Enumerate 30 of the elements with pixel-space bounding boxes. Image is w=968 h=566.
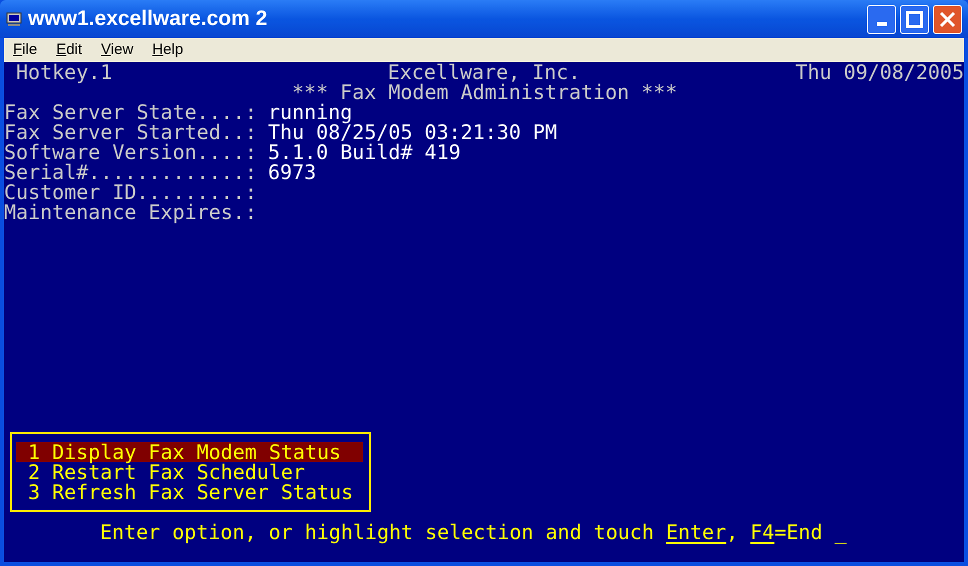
menu-option[interactable]: 3 Refresh Fax Server Status	[16, 482, 363, 502]
terminal-icon	[6, 11, 22, 27]
hotkey-label: Hotkey.1	[15, 62, 114, 82]
text-cursor: _	[834, 522, 847, 542]
menu-option[interactable]: 1 Display Fax Modem Status	[16, 442, 363, 462]
date-label: Thu 09/08/2005	[795, 62, 964, 82]
field-label: Maintenance Expires.:	[4, 202, 258, 222]
field-label: Fax Server State....:	[4, 102, 258, 122]
maximize-icon	[906, 10, 923, 28]
menu-option[interactable]: 2 Restart Fax Scheduler	[16, 462, 363, 482]
field-value: running	[268, 102, 352, 122]
menu-item[interactable]: View	[101, 38, 134, 62]
field-label: Fax Server Started..:	[4, 122, 258, 142]
menu-item[interactable]: File	[13, 38, 38, 62]
company-name: Excellware, Inc.	[388, 62, 580, 82]
minimize-button[interactable]	[867, 4, 896, 34]
prompt-text: Enter option, or highlight selection and touch Enter, F4=End	[100, 522, 824, 542]
menu-item[interactable]: Help	[152, 38, 184, 62]
field-label: Serial#.............:	[4, 162, 258, 182]
window-title: www1.excellware.com 2	[28, 6, 268, 32]
maximize-button[interactable]	[900, 4, 929, 34]
field-value: Thu 08/25/05 03:21:30 PM	[268, 122, 557, 142]
menu-item[interactable]: Edit	[56, 38, 82, 62]
close-button[interactable]	[933, 4, 962, 34]
field-value: 6973	[268, 162, 316, 182]
field-label: Software Version....:	[4, 142, 258, 162]
field-value: 5.1.0 Build# 419	[268, 142, 461, 162]
close-icon	[939, 10, 956, 28]
minimize-icon	[876, 22, 886, 26]
field-label: Customer ID.........:	[4, 182, 258, 202]
